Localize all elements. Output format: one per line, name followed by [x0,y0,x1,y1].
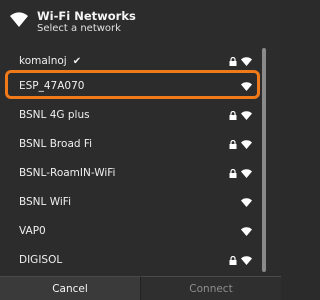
connect-button[interactable]: Connect [141,276,281,300]
network-name: BSNL Broad Fi [19,138,93,150]
wifi-icon [241,57,252,66]
network-item[interactable]: BSNL WiFi [0,189,260,218]
dialog-subtitle: Select a network [37,23,121,34]
network-name: BSNL WiFi [19,196,71,208]
network-item[interactable]: BSNL Broad Fi [0,131,260,160]
wifi-icon [241,227,252,236]
cancel-button[interactable]: Cancel [0,276,141,300]
wifi-icon [241,169,252,178]
network-list[interactable]: komalnoj ✔ ESP_47A070 BSNL 4G plus BSNL B… [0,44,281,276]
lock-icon [229,140,237,149]
wifi-icon [241,198,252,207]
selection-highlight [5,70,260,99]
network-name: DIGISOL [19,254,63,266]
wifi-icon [241,111,252,120]
lock-icon [229,57,237,66]
wifi-header-icon [10,12,28,27]
wifi-dialog: Wi-Fi Networks Select a network komalnoj… [0,0,281,300]
network-name: VAP0 [19,225,46,237]
network-item[interactable]: BSNL-RoamIN-WiFi [0,160,260,189]
dialog-footer: Cancel Connect [0,276,281,300]
network-name: BSNL-RoamIN-WiFi [19,167,116,179]
network-item[interactable]: VAP0 [0,218,260,247]
lock-icon [229,256,237,265]
network-item[interactable]: DIGISOL [0,247,260,276]
wifi-icon [241,256,252,265]
check-icon: ✔ [72,56,82,67]
network-name: BSNL 4G plus [19,109,90,121]
dialog-title: Wi-Fi Networks [37,9,136,23]
scrollbar[interactable] [262,48,266,272]
wifi-icon [241,140,252,149]
network-item[interactable]: BSNL 4G plus [0,102,260,131]
network-name: komalnoj [19,55,67,67]
dialog-header: Wi-Fi Networks Select a network [0,0,281,44]
lock-icon [229,169,237,178]
lock-icon [229,111,237,120]
